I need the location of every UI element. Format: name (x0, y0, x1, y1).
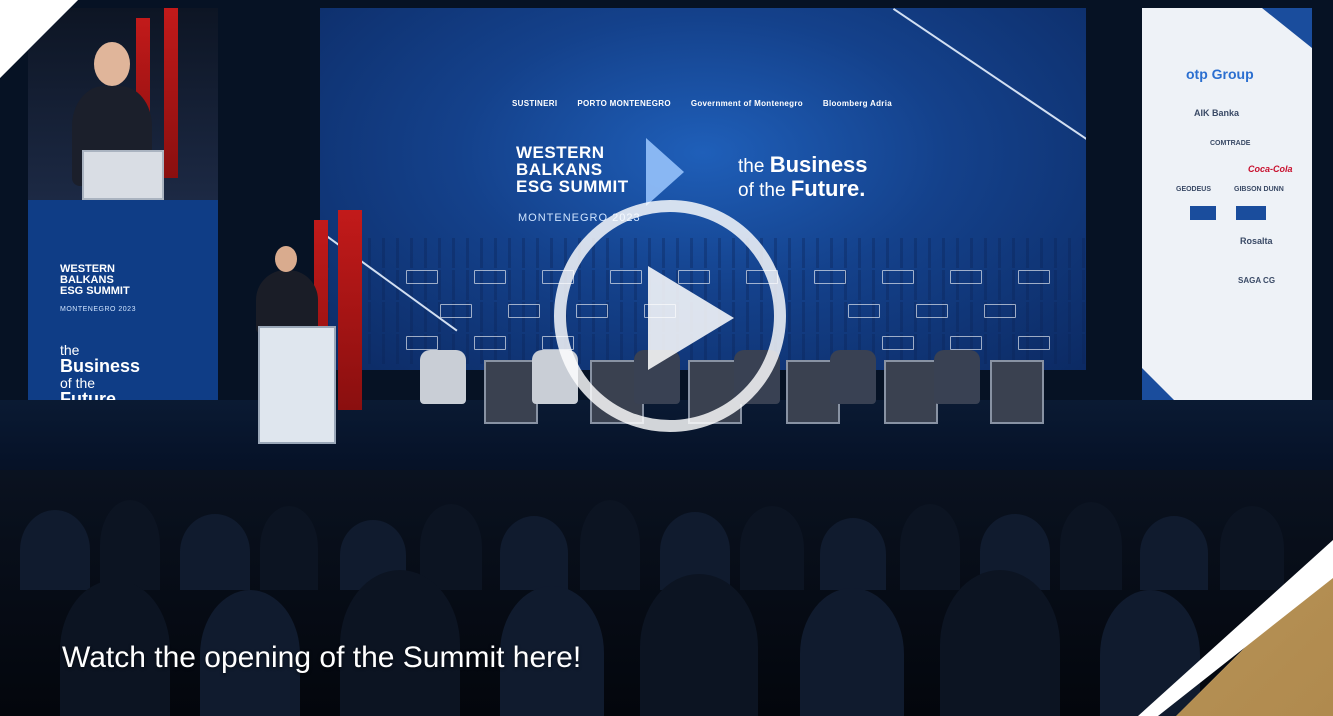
sponsor-logo: Government of Montenegro (690, 98, 803, 108)
speaker (256, 270, 318, 334)
sponsor-logo: Coca-Cola (1248, 164, 1293, 174)
summit-tagline: the Business of the Future. (738, 152, 868, 202)
summit-title: WESTERN BALKANS ESG SUMMIT (516, 143, 629, 196)
video-thumbnail[interactable]: SUSTINERI PORTO MONTENEGRO Government of… (0, 0, 1333, 716)
sponsor-logo: PORTO MONTENEGRO (577, 98, 671, 108)
left-led-screen: WESTERN BALKANS ESG SUMMIT MONTENEGRO 20… (28, 8, 218, 446)
flag (338, 210, 362, 410)
stage-table (990, 360, 1044, 424)
stage-chair (934, 350, 980, 404)
video-embed[interactable]: SUSTINERI PORTO MONTENEGRO Government of… (0, 0, 1333, 716)
sponsor-logo: GIBSON DUNN (1234, 186, 1284, 193)
speaker-podium (258, 326, 336, 444)
sponsor-logo: GEODEUS (1176, 186, 1212, 193)
sponsor-logo: SUSTINERI (512, 98, 558, 108)
video-caption: Watch the opening of the Summit here! (62, 641, 582, 674)
speaker-camera-feed (28, 8, 218, 200)
sponsor-logo: AIK Banka (1194, 108, 1240, 118)
stage-chair (830, 350, 876, 404)
sponsor-logo: SAGA CG (1238, 276, 1276, 285)
right-sponsor-screen: otp Group AIK Banka COMTRADE Coca-Cola G… (1142, 8, 1312, 458)
audience (0, 470, 1333, 716)
summit-logo-icon (646, 138, 684, 206)
sponsor-logo: Bloomberg Adria (822, 98, 892, 108)
left-screen-title: WESTERN BALKANS ESG SUMMIT (60, 263, 130, 297)
sponsor-logo: otp Group (1186, 66, 1254, 82)
stage-chair (420, 350, 466, 404)
sponsor-logo: Rosalta (1240, 236, 1273, 246)
left-screen-subtitle: MONTENEGRO 2023 (60, 306, 136, 313)
sponsor-row: SUSTINERI PORTO MONTENEGRO Government of… (512, 90, 892, 116)
sponsor-logo: COMTRADE (1210, 140, 1251, 147)
speaker-head (275, 246, 297, 272)
play-icon[interactable] (648, 266, 734, 370)
left-screen-tagline: the Business of the Future. (60, 342, 141, 409)
stage-table (884, 360, 938, 424)
stage-table (484, 360, 538, 424)
